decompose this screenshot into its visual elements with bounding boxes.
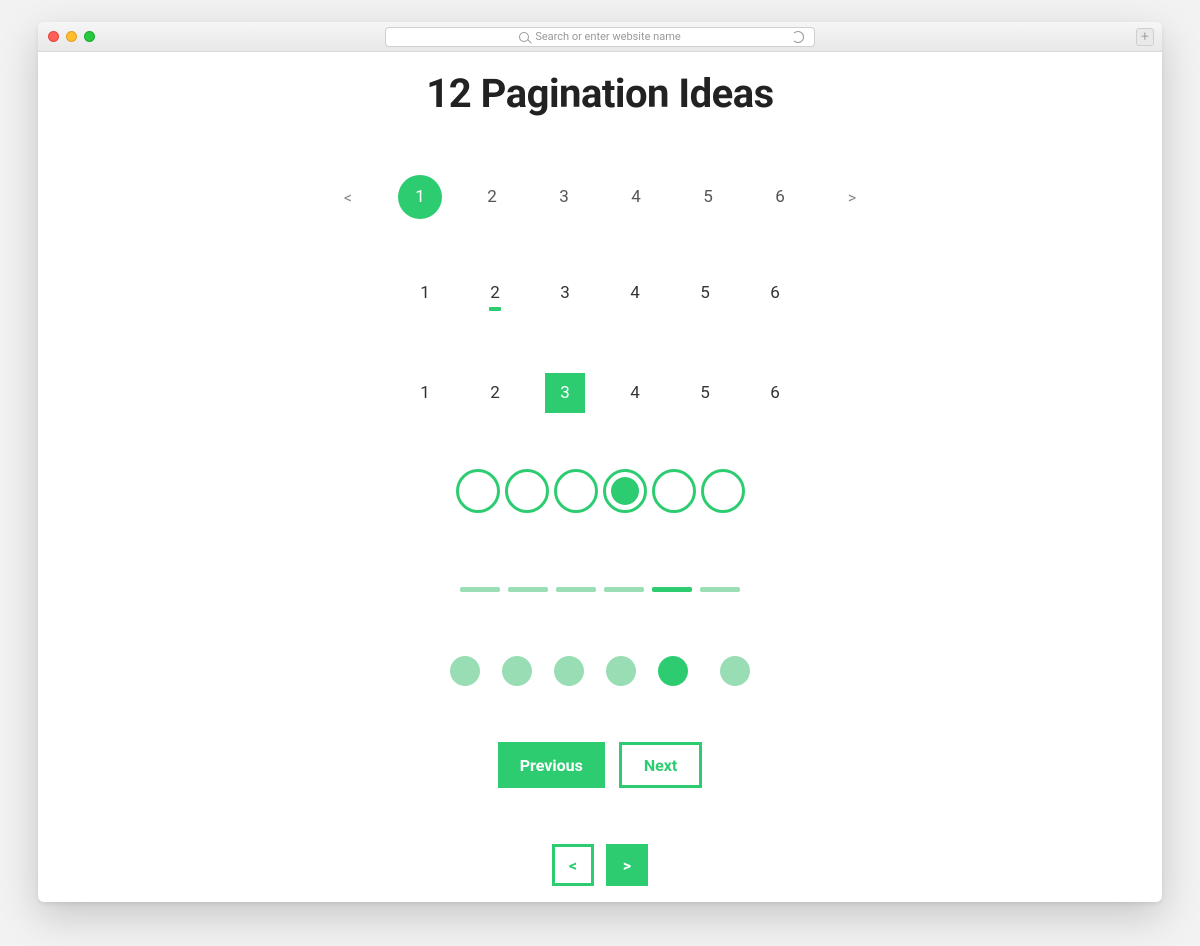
page-2[interactable]: 2: [475, 373, 515, 413]
page-5[interactable]: 5: [685, 373, 725, 413]
page-1[interactable]: 1: [405, 373, 445, 413]
next-button[interactable]: Next: [619, 742, 702, 788]
page-2[interactable]: 2: [470, 175, 514, 219]
address-placeholder: Search or enter website name: [535, 30, 680, 43]
dot-3[interactable]: [554, 469, 598, 513]
pagination-prev-next-words: Previous Next: [38, 742, 1162, 788]
dash-3[interactable]: [556, 587, 596, 592]
page-4[interactable]: 4: [615, 373, 655, 413]
page-3[interactable]: 3: [545, 373, 585, 413]
page-6[interactable]: 6: [755, 373, 795, 413]
page-5[interactable]: 5: [686, 175, 730, 219]
sdot-1[interactable]: [450, 656, 480, 686]
new-tab-button[interactable]: +: [1136, 28, 1154, 46]
dot-5[interactable]: [652, 469, 696, 513]
dot-1[interactable]: [456, 469, 500, 513]
dash-5[interactable]: [652, 587, 692, 592]
prev-button[interactable]: <: [326, 175, 370, 219]
address-bar[interactable]: Search or enter website name: [385, 27, 815, 47]
sdot-2[interactable]: [502, 656, 532, 686]
page-3[interactable]: 3: [545, 277, 585, 309]
page-6[interactable]: 6: [758, 175, 802, 219]
sdot-5[interactable]: [658, 656, 688, 686]
page-4[interactable]: 4: [615, 277, 655, 309]
page-1[interactable]: 1: [405, 277, 445, 309]
page-title: 12 Pagination Ideas: [38, 70, 1162, 117]
minimize-icon[interactable]: [66, 31, 77, 42]
pagination-prev-next-arrows: < >: [38, 844, 1162, 886]
page-2[interactable]: 2: [475, 277, 515, 309]
pagination-underline: 1 2 3 4 5 6: [38, 277, 1162, 309]
dash-6[interactable]: [700, 587, 740, 592]
page-3[interactable]: 3: [542, 175, 586, 219]
pagination-solid-dots: [38, 656, 1162, 686]
next-button[interactable]: >: [830, 175, 874, 219]
dot-4[interactable]: [603, 469, 647, 513]
page-6[interactable]: 6: [755, 277, 795, 309]
close-icon[interactable]: [48, 31, 59, 42]
titlebar: Search or enter website name +: [38, 22, 1162, 52]
page-5[interactable]: 5: [685, 277, 725, 309]
sdot-6[interactable]: [720, 656, 750, 686]
next-square-button[interactable]: >: [606, 844, 648, 886]
pagination-dashes: [38, 587, 1162, 592]
previous-button[interactable]: Previous: [498, 742, 605, 788]
page-4[interactable]: 4: [614, 175, 658, 219]
page-1[interactable]: 1: [398, 175, 442, 219]
pagination-outline-dots: [38, 469, 1162, 513]
browser-window: Search or enter website name + 12 Pagina…: [38, 22, 1162, 902]
maximize-icon[interactable]: [84, 31, 95, 42]
dash-1[interactable]: [460, 587, 500, 592]
prev-square-button[interactable]: <: [552, 844, 594, 886]
pagination-square: 1 2 3 4 5 6: [38, 373, 1162, 413]
reload-icon[interactable]: [792, 31, 804, 43]
sdot-3[interactable]: [554, 656, 584, 686]
page-content: 12 Pagination Ideas < 1 2 3 4 5 6 > 1 2 …: [38, 52, 1162, 902]
dot-6[interactable]: [701, 469, 745, 513]
address-bar-wrap: Search or enter website name: [385, 27, 815, 47]
search-icon: [519, 32, 529, 42]
dot-2[interactable]: [505, 469, 549, 513]
dash-2[interactable]: [508, 587, 548, 592]
pagination-circle-active: < 1 2 3 4 5 6 >: [38, 175, 1162, 219]
sdot-4[interactable]: [606, 656, 636, 686]
plus-icon: +: [1141, 29, 1149, 45]
traffic-lights: [48, 31, 95, 42]
dash-4[interactable]: [604, 587, 644, 592]
